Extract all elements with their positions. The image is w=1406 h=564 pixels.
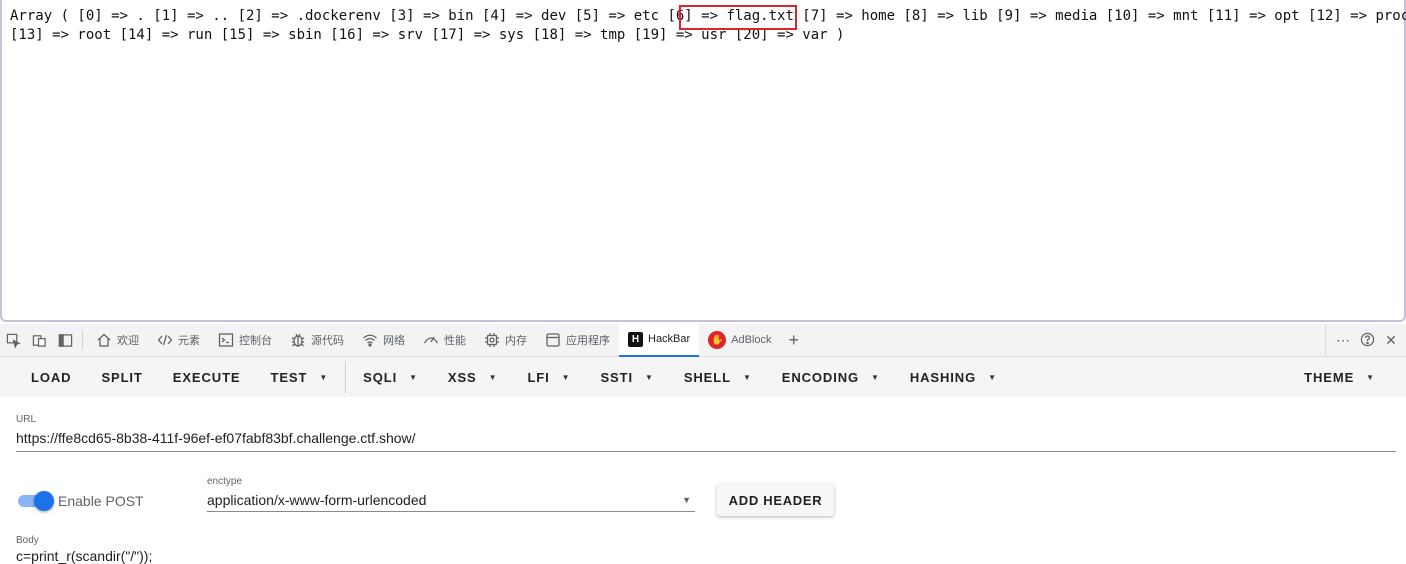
ssti-menu-button[interactable]: SSTI ▼ — [585, 357, 668, 397]
button-label: SHELL — [683, 369, 731, 385]
home-icon — [97, 333, 111, 347]
caret-down-icon: ▼ — [1366, 372, 1375, 382]
add-tab-plus-icon[interactable]: + — [781, 330, 808, 351]
hackbar-toolbar: LOAD SPLIT EXECUTE TEST ▼ SQLI ▼ XSS ▼ LFI ▼… — [0, 357, 1406, 397]
sqli-menu-button[interactable]: SQLI ▼ — [348, 357, 433, 397]
button-label: LFI — [527, 369, 550, 385]
tab-memory[interactable]: 内存 — [475, 324, 536, 357]
tab-network[interactable]: 网络 — [353, 324, 414, 357]
theme-menu-button[interactable]: THEME ▼ — [1289, 357, 1390, 397]
button-label: XSS — [447, 369, 477, 385]
page-content-area: Array ( [0] => . [1] => .. [2] => .docke… — [0, 0, 1406, 322]
dock-side-icon[interactable] — [52, 327, 78, 353]
hashing-menu-button[interactable]: HASHING ▼ — [895, 357, 1012, 397]
tab-console[interactable]: 控制台 — [209, 324, 281, 357]
devtools-right-tools: ⋯ ✕ — [1325, 324, 1406, 357]
devtools-tab-strip: 欢迎 元素 控制台 源代码 网络 性能 内存 应用程序 H HackBar ✋ … — [0, 323, 1406, 357]
tab-hackbar[interactable]: H HackBar — [619, 323, 700, 357]
caret-down-icon: ▼ — [409, 372, 418, 382]
url-input[interactable] — [16, 425, 1396, 452]
tab-label: 源代码 — [311, 335, 344, 347]
devtools-panel: 欢迎 元素 控制台 源代码 网络 性能 内存 应用程序 H HackBar ✋ … — [0, 323, 1406, 564]
xss-menu-button[interactable]: XSS ▼ — [433, 357, 513, 397]
caret-down-icon: ▼ — [682, 494, 691, 505]
tab-label: 内存 — [505, 335, 527, 347]
bug-icon — [291, 333, 305, 347]
add-header-button[interactable]: ADD HEADER — [717, 484, 834, 516]
button-label: SPLIT — [101, 369, 143, 385]
tab-label: 元素 — [178, 335, 200, 347]
tab-welcome[interactable]: 欢迎 — [87, 324, 148, 357]
body-input[interactable]: c=print_r(scandir("/")); — [16, 548, 1396, 564]
button-label: THEME — [1304, 369, 1355, 385]
enctype-label: enctype — [207, 476, 243, 487]
button-label: ENCODING — [781, 369, 860, 385]
help-icon[interactable] — [1358, 332, 1376, 350]
tab-label: 网络 — [383, 335, 405, 347]
tab-label: 控制台 — [239, 335, 272, 347]
caret-down-icon: ▼ — [988, 372, 997, 382]
more-options-icon[interactable]: ⋯ — [1334, 332, 1352, 349]
device-emulation-icon[interactable] — [26, 327, 52, 353]
shell-menu-button[interactable]: SHELL ▼ — [669, 357, 767, 397]
button-label: LOAD — [31, 369, 72, 385]
execute-button[interactable]: EXECUTE — [158, 357, 256, 397]
button-label: HASHING — [909, 369, 977, 385]
caret-down-icon: ▼ — [561, 372, 571, 382]
button-label: SSTI — [600, 369, 633, 385]
button-label: TEST — [270, 369, 308, 385]
button-label: SQLI — [363, 369, 398, 385]
body-label: Body — [16, 535, 39, 546]
url-label: URL — [16, 414, 37, 425]
tab-performance[interactable]: 性能 — [414, 324, 475, 357]
caret-down-icon: ▼ — [644, 372, 654, 382]
application-icon — [546, 333, 560, 347]
button-label: EXECUTE — [172, 369, 241, 385]
encoding-menu-button[interactable]: ENCODING ▼ — [767, 357, 895, 397]
enctype-value: application/x-www-form-urlencoded — [207, 491, 427, 508]
load-button[interactable]: LOAD — [16, 357, 86, 397]
memory-chip-icon — [485, 333, 499, 347]
caret-down-icon: ▼ — [488, 372, 498, 382]
tab-adblock[interactable]: ✋ AdBlock — [699, 324, 780, 357]
tab-label: HackBar — [648, 333, 691, 345]
caret-down-icon: ▼ — [871, 372, 880, 382]
tab-elements[interactable]: 元素 — [148, 324, 209, 357]
enctype-select[interactable]: application/x-www-form-urlencoded ▼ — [207, 488, 695, 512]
split-button[interactable]: SPLIT — [86, 357, 157, 397]
adblock-logo-icon: ✋ — [708, 331, 727, 349]
wifi-icon — [363, 334, 377, 347]
tab-application[interactable]: 应用程序 — [536, 324, 619, 357]
close-icon[interactable]: ✕ — [1382, 332, 1400, 349]
flag-highlight-box — [679, 5, 797, 30]
caret-down-icon: ▼ — [742, 372, 752, 382]
lfi-menu-button[interactable]: LFI ▼ — [512, 357, 585, 397]
enable-post-toggle[interactable] — [18, 490, 54, 512]
tab-separator — [82, 330, 83, 350]
toggle-knob — [34, 491, 54, 511]
toolbar-divider — [345, 361, 347, 393]
tab-sources[interactable]: 源代码 — [281, 324, 353, 357]
tab-label: 应用程序 — [566, 335, 610, 347]
performance-icon — [423, 336, 439, 344]
inspect-element-icon[interactable] — [0, 327, 26, 353]
console-icon — [218, 333, 234, 347]
hackbar-logo-icon: H — [628, 331, 643, 347]
tab-label: AdBlock — [731, 334, 772, 346]
caret-down-icon: ▼ — [319, 372, 329, 382]
enable-post-label: Enable POST — [58, 493, 144, 509]
test-menu-button[interactable]: TEST ▼ — [255, 357, 343, 397]
code-icon — [157, 334, 173, 346]
tab-label: 性能 — [444, 335, 466, 347]
tab-label: 欢迎 — [117, 335, 139, 347]
